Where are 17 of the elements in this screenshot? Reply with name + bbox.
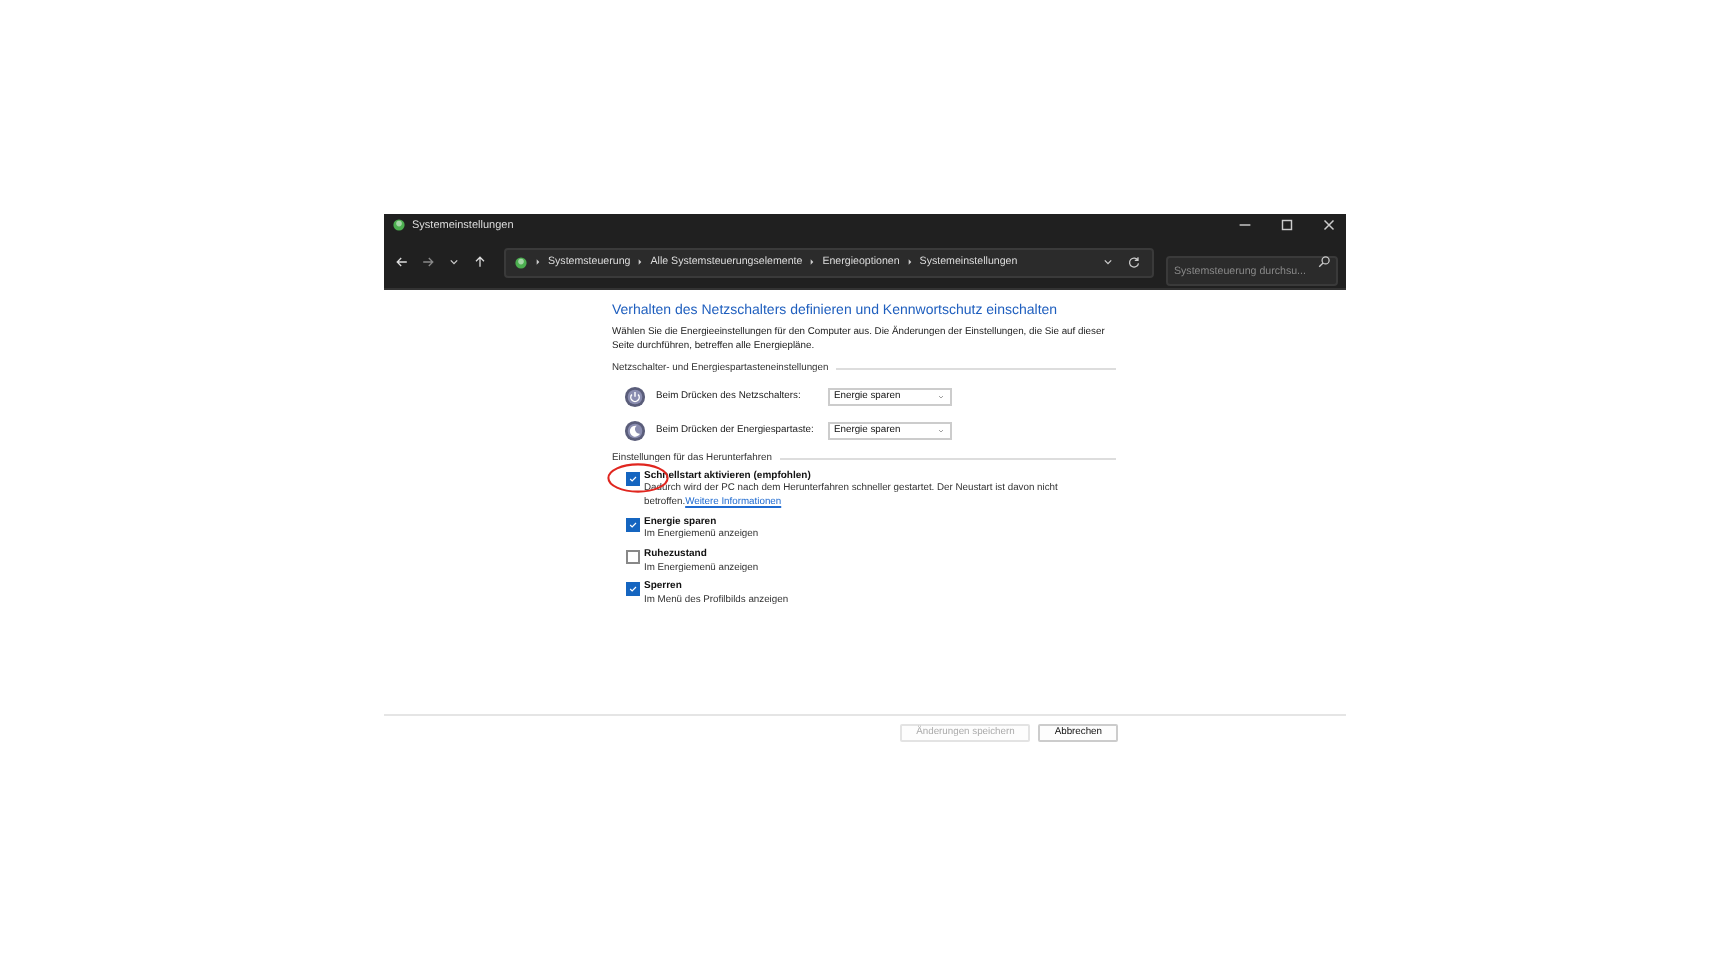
control-panel-icon <box>392 218 406 232</box>
checkbox[interactable] <box>626 550 640 565</box>
moon-icon <box>624 419 646 442</box>
chevron-down-icon[interactable] <box>446 254 462 270</box>
close-icon[interactable] <box>1320 216 1338 234</box>
chevron-down-icon[interactable] <box>1100 254 1116 270</box>
checkbox[interactable] <box>626 517 640 532</box>
search-icon <box>1316 254 1332 270</box>
checkbox[interactable] <box>626 471 640 486</box>
refresh-icon[interactable] <box>1126 254 1142 270</box>
maximize-icon[interactable] <box>1278 216 1296 234</box>
up-icon[interactable] <box>472 254 488 270</box>
power-button-icon <box>624 385 646 408</box>
forward-icon[interactable] <box>420 254 436 270</box>
back-icon[interactable] <box>394 254 410 270</box>
checkbox[interactable] <box>626 582 640 597</box>
control-panel-icon <box>514 255 528 269</box>
